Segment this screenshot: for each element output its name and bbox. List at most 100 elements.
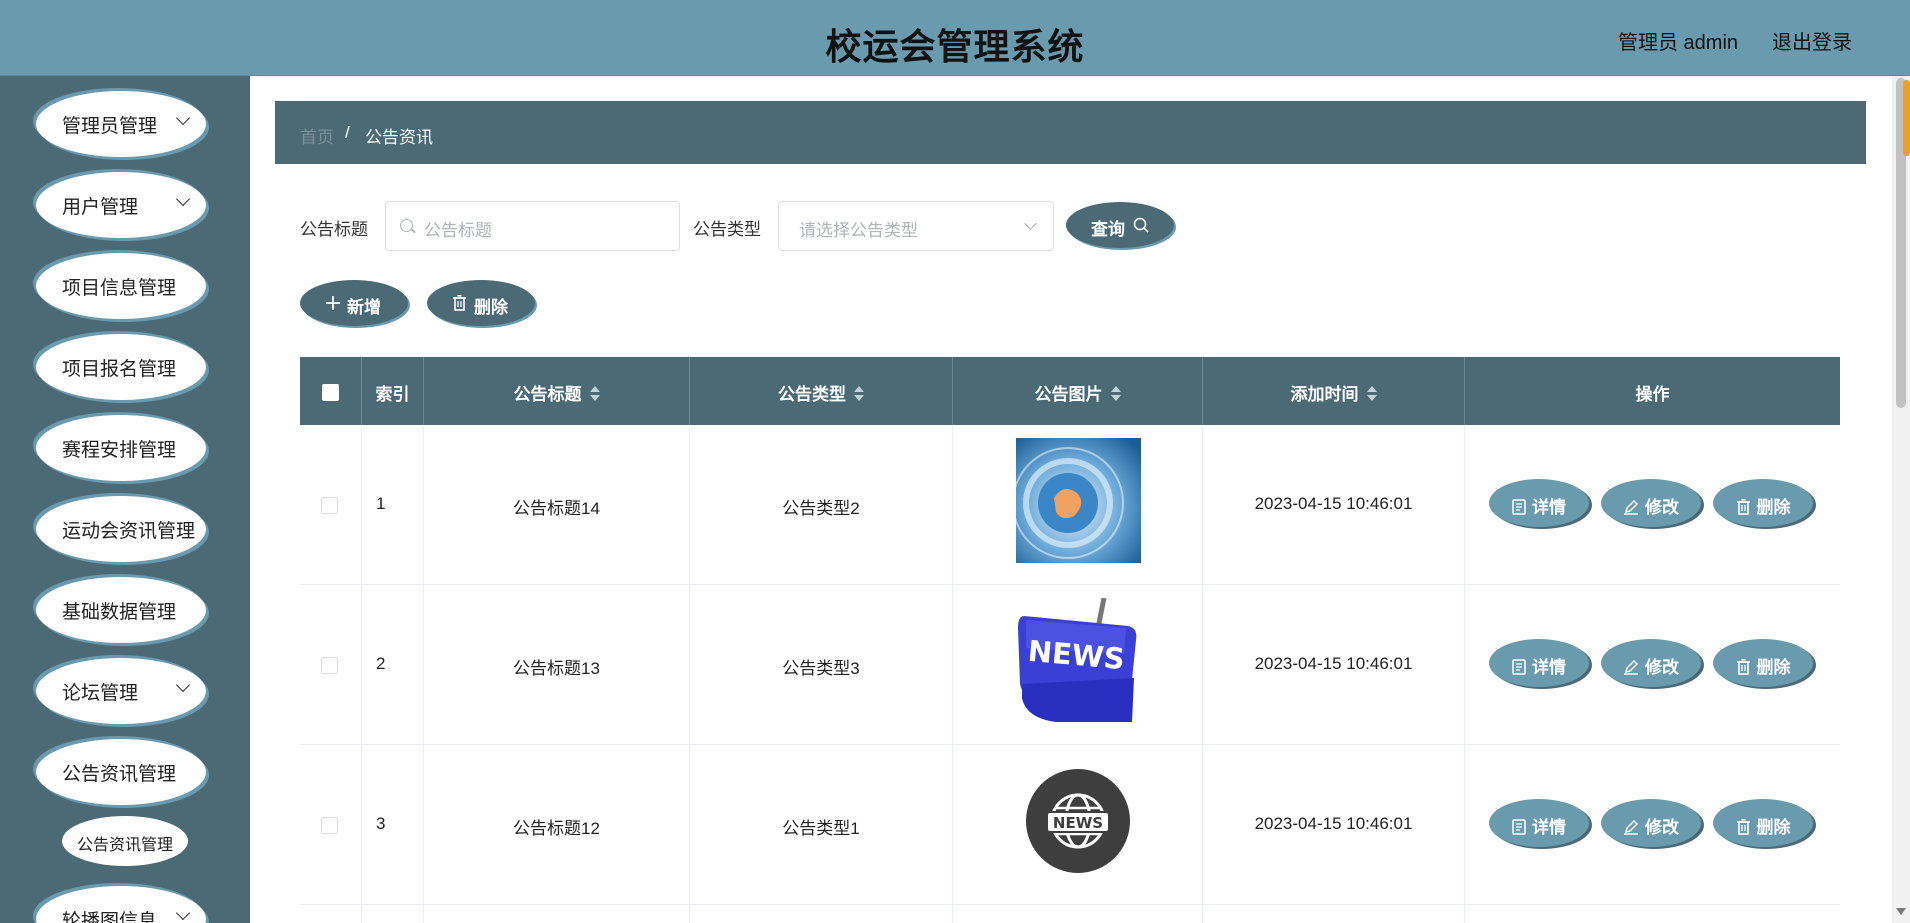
column-header-image[interactable]: 公告图片: [953, 357, 1203, 425]
search-icon: [400, 219, 413, 232]
breadcrumb: 首页 / 公告资讯: [275, 101, 1866, 164]
batch-delete-button[interactable]: 删除: [427, 280, 535, 326]
scroll-down-arrow-icon[interactable]: [1896, 908, 1906, 915]
sidebar-item-forum[interactable]: 论坛管理: [36, 658, 206, 724]
sort-icon[interactable]: [854, 385, 864, 402]
news-globe-image[interactable]: [1016, 438, 1141, 563]
news-key-image[interactable]: NEWS: [1016, 598, 1141, 723]
sidebar-item-label: 项目报名管理: [62, 359, 177, 380]
breadcrumb-home-link[interactable]: 首页: [300, 123, 334, 148]
edit-icon: [1624, 819, 1639, 835]
column-header-type[interactable]: 公告类型: [690, 357, 953, 425]
row-time: 2023-04-15 10:46:01: [1254, 494, 1413, 513]
table-row: 1 公告标题14 公告类型2 2023-04-15 10:46:01 详情 修改…: [300, 425, 1840, 585]
edit-button[interactable]: 修改: [1601, 799, 1701, 847]
title-search-input[interactable]: 公告标题: [385, 201, 680, 251]
edit-button-label: 修改: [1645, 498, 1679, 517]
column-header-title[interactable]: 公告标题: [424, 357, 690, 425]
delete-button[interactable]: 删除: [1713, 799, 1813, 847]
sidebar-item-basic-data[interactable]: 基础数据管理: [36, 577, 206, 643]
row-title: 公告标题12: [513, 819, 600, 838]
trash-icon: [453, 295, 466, 311]
edit-icon: [1624, 499, 1639, 515]
sidebar-item-schedule[interactable]: 赛程安排管理: [36, 415, 206, 481]
column-header-label: 公告类型: [778, 385, 846, 404]
trash-icon: [1736, 818, 1750, 835]
sort-icon[interactable]: [1366, 385, 1377, 402]
sidebar-item-label: 赛程安排管理: [62, 440, 177, 461]
logout-link[interactable]: 退出登录: [1772, 26, 1852, 55]
detail-button-label: 详情: [1532, 818, 1566, 837]
detail-button-label: 详情: [1532, 658, 1566, 677]
top-header: 校运会管理系统 管理员 admin 退出登录: [0, 0, 1910, 76]
edit-button[interactable]: 修改: [1601, 479, 1701, 527]
sidebar-item-projects[interactable]: 项目信息管理: [36, 253, 206, 319]
breadcrumb-separator: /: [345, 123, 350, 142]
edit-button[interactable]: 修改: [1601, 639, 1701, 687]
sidebar-item-admin[interactable]: 管理员管理: [36, 91, 206, 157]
sidebar-item-label: 运动会资讯管理: [62, 521, 196, 542]
column-header-time[interactable]: 添加时间: [1203, 357, 1465, 425]
document-icon: [1512, 658, 1526, 675]
table-header: 索引 公告标题 公告类型 公告图片 添加时间 操作: [300, 357, 1840, 425]
row-time: 2023-04-15 10:46:01: [1254, 654, 1413, 673]
sort-icon[interactable]: [589, 385, 600, 402]
search-icon: [1133, 217, 1149, 233]
column-header-label: 索引: [375, 385, 410, 404]
delete-button[interactable]: 删除: [1713, 639, 1813, 687]
scroll-indicator: [1903, 80, 1910, 156]
sidebar-item-carousel[interactable]: 轮播图信息: [36, 886, 206, 923]
column-header-label: 公告图片: [1034, 385, 1103, 404]
sidebar-item-label: 基础数据管理: [62, 602, 177, 623]
sidebar-item-registration[interactable]: 项目报名管理: [36, 334, 206, 400]
add-button[interactable]: 新增: [300, 280, 408, 326]
sidebar-item-label: 轮播图信息: [62, 911, 158, 923]
type-select[interactable]: 请选择公告类型: [778, 201, 1054, 251]
delete-button-label: 删除: [1756, 658, 1791, 677]
query-button-label: 查询: [1091, 220, 1125, 239]
delete-button[interactable]: 删除: [1713, 479, 1813, 527]
sidebar-item-label: 管理员管理: [62, 116, 158, 137]
table-row: 2 公告标题13 公告类型3 NEWS 2023-04-15 10:46:01 …: [300, 585, 1840, 745]
add-button-label: 新增: [347, 298, 381, 317]
select-all-checkbox[interactable]: [322, 384, 339, 401]
news-badge-image[interactable]: NEWS: [1025, 768, 1131, 874]
edit-button-label: 修改: [1645, 818, 1679, 837]
sidebar-item-users[interactable]: 用户管理: [36, 172, 206, 238]
detail-button[interactable]: 详情: [1489, 479, 1589, 527]
column-header-label: 添加时间: [1290, 385, 1359, 404]
delete-button-label: 删除: [1756, 818, 1791, 837]
column-header-actions: 操作: [1465, 357, 1840, 425]
column-header-label: 公告标题: [513, 385, 582, 404]
document-icon: [1512, 498, 1526, 515]
batch-delete-label: 删除: [474, 298, 508, 317]
row-title: 公告标题14: [513, 499, 600, 518]
sidebar-item-label: 论坛管理: [62, 683, 139, 704]
sidebar-subitem-announcements[interactable]: 公告资讯管理: [62, 816, 188, 866]
row-checkbox[interactable]: [321, 817, 338, 834]
sidebar-subitem-label: 公告资讯管理: [76, 837, 173, 854]
sidebar: 管理员管理 用户管理 项目信息管理 项目报名管理 赛程安排管理 运动会资讯管理 …: [0, 76, 250, 923]
plus-icon: [326, 296, 340, 310]
type-filter-label: 公告类型: [693, 220, 761, 239]
row-checkbox[interactable]: [321, 497, 338, 514]
query-button[interactable]: 查询: [1066, 202, 1174, 248]
sidebar-item-label: 项目信息管理: [62, 278, 177, 299]
title-search-placeholder: 公告标题: [424, 221, 492, 240]
row-type: 公告类型1: [782, 819, 860, 838]
sort-icon[interactable]: [1110, 385, 1121, 402]
sidebar-item-announcements[interactable]: 公告资讯管理: [36, 739, 206, 805]
row-checkbox[interactable]: [321, 657, 338, 674]
document-icon: [1512, 818, 1526, 835]
edit-icon: [1624, 659, 1639, 675]
detail-button[interactable]: 详情: [1489, 799, 1589, 847]
row-title: 公告标题13: [513, 659, 600, 678]
detail-button[interactable]: 详情: [1489, 639, 1589, 687]
chevron-down-icon: [1024, 217, 1037, 230]
sidebar-item-sports-news[interactable]: 运动会资讯管理: [36, 496, 206, 562]
row-type: 公告类型3: [782, 659, 860, 678]
current-user-label: 管理员 admin: [1618, 32, 1739, 54]
edit-button-label: 修改: [1645, 658, 1679, 677]
column-header-index: 索引: [362, 357, 424, 425]
sidebar-item-label: 用户管理: [62, 197, 139, 218]
